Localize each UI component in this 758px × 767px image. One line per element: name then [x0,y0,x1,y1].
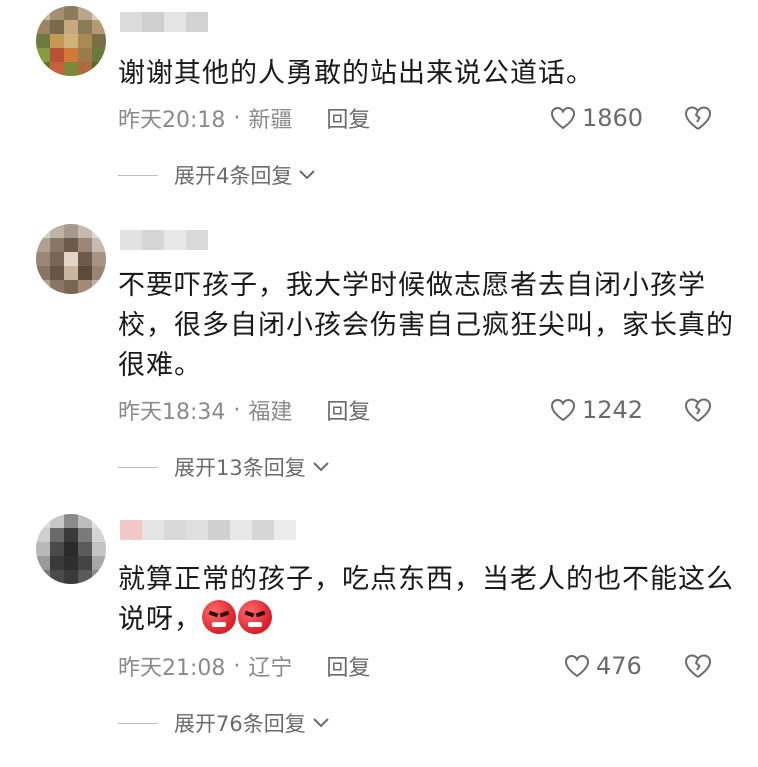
avatar[interactable] [36,6,106,76]
divider-line [118,466,158,468]
like-count: 1242 [582,396,644,424]
comment-time: 昨天18:34 [118,400,226,425]
avatar[interactable] [36,224,106,294]
comment-time: 昨天21:08 [118,656,226,681]
reply-button[interactable]: 回复 [326,394,370,426]
comment-time: 昨天20:18 [118,108,226,133]
chevron-down-icon [299,170,316,180]
comment-text: 就算正常的孩子，吃点东西，当老人的也不能这么说呀， [118,560,738,640]
avatar[interactable] [36,514,106,584]
comment-location: 福建 [248,400,293,425]
expand-replies-button[interactable]: 展开13条回复 [118,452,330,482]
comment-meta: 昨天21:08 · 辽宁 回复 476 [118,648,728,684]
broken-heart-icon [685,106,711,130]
angry-face-icon [202,600,236,634]
comment-meta: 昨天20:18 · 新疆 回复 1860 [118,100,728,136]
like-button[interactable]: 1860 [550,104,643,132]
broken-heart-icon [685,654,711,678]
separator: · [233,105,241,131]
expand-replies-label: 展开4条回复 [174,164,293,188]
expand-replies-label: 展开76条回复 [174,712,306,736]
comment-location: 新疆 [248,108,293,133]
separator: · [233,653,241,679]
comment-text: 不要吓孩子，我大学时候做志愿者去自闭小孩学校，很多自闭小孩会伤害自己疯狂尖叫，家… [118,270,734,381]
like-count: 476 [596,652,642,680]
comment-location: 辽宁 [248,656,293,681]
like-count: 1860 [582,104,644,132]
chevron-down-icon [313,462,329,472]
username-blurred[interactable] [120,12,208,32]
expand-replies-label: 展开13条回复 [174,456,306,480]
dislike-button[interactable] [684,397,712,423]
username-blurred[interactable] [120,520,296,540]
chevron-down-icon [313,718,329,728]
heart-icon [564,654,590,678]
broken-heart-icon [685,398,711,422]
divider-line [118,722,158,724]
reply-button[interactable]: 回复 [326,650,370,682]
like-button[interactable]: 1242 [550,396,643,424]
heart-icon [550,398,576,422]
comment-meta: 昨天18:34 · 福建 回复 1242 [118,392,728,428]
expand-replies-button[interactable]: 展开4条回复 [118,160,316,190]
divider-line [118,174,158,176]
heart-icon [550,106,576,130]
angry-face-icon [238,600,272,634]
like-button[interactable]: 476 [564,652,642,680]
comment-text: 谢谢其他的人勇敢的站出来说公道话。 [118,58,594,89]
reply-button[interactable]: 回复 [326,102,370,134]
separator: · [233,397,241,423]
dislike-button[interactable] [684,105,712,131]
expand-replies-button[interactable]: 展开76条回复 [118,708,330,738]
username-blurred[interactable] [120,230,208,250]
dislike-button[interactable] [684,653,712,679]
